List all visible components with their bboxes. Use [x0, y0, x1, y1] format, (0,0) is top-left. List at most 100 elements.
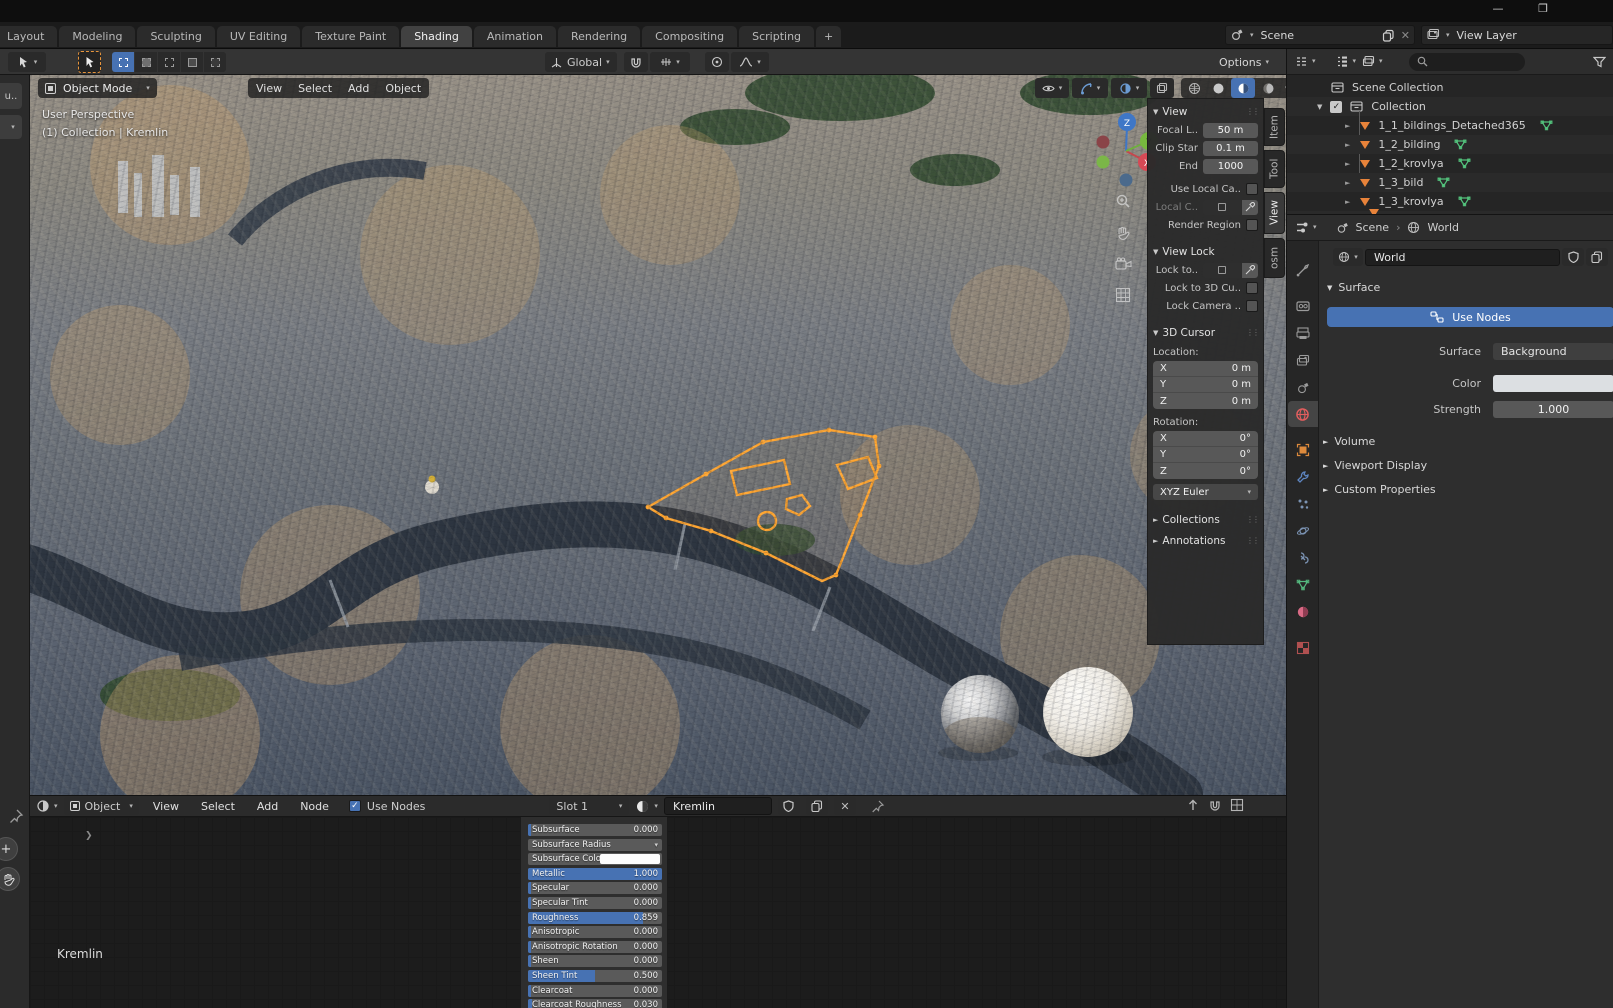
node-input-roughness[interactable]: Roughness 0.859 [528, 911, 662, 924]
panel-view-lock-header[interactable]: ▼ View Lock [1153, 243, 1258, 260]
minimize-button[interactable]: — [1483, 2, 1513, 20]
tab-modifiers[interactable] [1288, 464, 1318, 490]
surface-panel-header[interactable]: ▼ Surface [1327, 281, 1380, 294]
shading-solid-button[interactable] [1207, 78, 1229, 98]
breadcrumb-scene[interactable]: Scene [1356, 221, 1390, 234]
sidebar-tab-osm[interactable]: osm [1264, 238, 1285, 278]
sidebar-tab-tool[interactable]: Tool [1264, 150, 1285, 188]
outliner-row-object[interactable]: ► 1_3_krovlya [1287, 192, 1613, 211]
tab-particles[interactable] [1288, 491, 1318, 517]
collection-checkbox[interactable]: ✓ [1330, 100, 1343, 113]
proportional-falloff-dropdown[interactable]: ▾ [731, 52, 769, 72]
clip-start-field[interactable]: 0.1 m [1203, 140, 1258, 156]
snap-settings-dropdown[interactable]: ▾ [650, 52, 690, 72]
material-name-field[interactable]: Kremlin [663, 797, 772, 815]
shading-rendered-button[interactable] [1257, 78, 1279, 98]
shader-menu-select[interactable]: Select [193, 797, 243, 816]
cursor-rotation-z[interactable]: Z 0° [1153, 463, 1258, 479]
lock-3d-cursor-checkbox[interactable] [1246, 282, 1258, 294]
node-input-anisotropic-rotation[interactable]: Anisotropic Rotation 0.000 [528, 940, 662, 953]
expander-icon[interactable]: ► [1345, 160, 1350, 168]
orthographic-grid-icon[interactable] [1115, 287, 1131, 303]
shader-type-dropdown[interactable]: Object ▾ [63, 797, 139, 815]
xray-toggle[interactable] [1150, 78, 1174, 98]
focal-length-field[interactable]: 50 m [1203, 122, 1258, 138]
panel-annotations-header[interactable]: ► Annotations ⋮⋮ [1153, 532, 1260, 549]
expander-icon[interactable]: ► [1345, 122, 1350, 130]
fake-user-shield-icon[interactable] [777, 797, 800, 815]
strength-field[interactable]: 1.000 [1493, 401, 1613, 418]
outliner-row-collection[interactable]: ▼ ✓ Collection [1287, 97, 1613, 116]
rotation-mode-dropdown[interactable]: XYZ Euler ▾ [1153, 484, 1258, 500]
tab-object[interactable] [1288, 437, 1318, 463]
shading-material-preview-button[interactable] [1231, 78, 1255, 98]
cropped-panel-button[interactable]: u.. [0, 83, 22, 109]
clip-end-field[interactable]: 1000 [1203, 158, 1258, 174]
drag-dots-icon[interactable]: ⋮⋮ [1246, 536, 1260, 545]
tab-modeling[interactable]: Modeling [59, 26, 136, 47]
color-swatch[interactable] [600, 854, 660, 865]
maximize-button[interactable]: ❐ [1528, 2, 1558, 20]
tab-physics[interactable] [1288, 518, 1318, 544]
tab-uv-editing[interactable]: UV Editing [216, 26, 301, 47]
filter-image-dropdown[interactable]: ▾ [1362, 55, 1383, 68]
volume-panel-header[interactable]: ► Volume [1323, 435, 1375, 448]
shader-menu-add[interactable]: Add [249, 797, 286, 816]
drag-dots-icon[interactable]: ⋮⋮ [1246, 328, 1260, 337]
cropped-dropdown[interactable]: ▾ [0, 115, 22, 139]
world-browse-dropdown[interactable]: ▾ [1333, 248, 1363, 266]
tab-layout[interactable]: Layout [0, 26, 58, 47]
surface-type-dropdown[interactable]: Background [1493, 343, 1613, 360]
tab-material[interactable] [1288, 599, 1318, 625]
custom-properties-panel-header[interactable]: ► Custom Properties [1323, 483, 1436, 496]
unlink-scene-icon[interactable]: ✕ [1401, 29, 1410, 42]
node-snap-icon[interactable] [1208, 798, 1222, 812]
panel-collections-header[interactable]: ► Collections ⋮⋮ [1153, 511, 1260, 528]
visibility-dropdown[interactable]: ▾ [1035, 78, 1069, 98]
copy-material-icon[interactable] [805, 797, 828, 815]
eyedropper-icon[interactable] [1242, 199, 1258, 215]
scene-selector[interactable]: ▾ Scene ✕ [1225, 25, 1415, 45]
shader-menu-view[interactable]: View [145, 797, 187, 816]
panel-view-header[interactable]: ▼ View ⋮⋮ [1153, 103, 1260, 120]
select-intersect-button[interactable] [204, 52, 226, 72]
node-input-subsurface-radius[interactable]: Subsurface Radius ▾ [528, 838, 662, 851]
pin-icon[interactable] [8, 808, 24, 824]
tab-rendering[interactable]: Rendering [557, 26, 641, 47]
node-input-specular-tint[interactable]: Specular Tint 0.000 [528, 897, 662, 909]
region-expand-chevron[interactable]: ❯ [85, 831, 93, 841]
tab-scripting[interactable]: Scripting [739, 26, 815, 47]
expander-icon[interactable]: ► [1345, 179, 1350, 187]
select-extend-button[interactable] [135, 52, 157, 72]
sidebar-tab-view[interactable]: View [1264, 192, 1285, 234]
editor-type-dropdown[interactable]: ▾ [36, 799, 58, 813]
node-input-specular[interactable]: Specular 0.000 [528, 882, 662, 895]
overlay-grid-icon[interactable] [1230, 798, 1244, 812]
pin-icon[interactable] [870, 799, 885, 814]
tab-texture[interactable] [1288, 635, 1318, 661]
menu-select[interactable]: Select [290, 79, 340, 98]
options-dropdown[interactable]: Options ▾ [1213, 52, 1275, 72]
tab-tool[interactable] [1288, 257, 1318, 283]
tab-sculpting[interactable]: Sculpting [137, 26, 215, 47]
camera-view-icon[interactable] [1115, 257, 1132, 271]
tab-shading[interactable]: Shading [401, 26, 472, 47]
outliner-editor-type-dropdown[interactable]: ▾ [1295, 55, 1316, 68]
select-box-button[interactable] [112, 52, 134, 72]
material-slot-dropdown[interactable]: Slot 1 ▾ [549, 797, 630, 815]
filter-funnel-icon[interactable] [1593, 56, 1606, 68]
principled-bsdf-node[interactable]: Subsurface 0.000 Subsurface Radius ▾ Subsu… [520, 817, 668, 1008]
cursor-location-z[interactable]: Z 0 m [1153, 393, 1258, 409]
lock-camera-checkbox[interactable] [1246, 300, 1258, 312]
active-tool-select-button[interactable] [78, 51, 101, 73]
shader-menu-node[interactable]: Node [292, 797, 337, 816]
node-input-clearcoat[interactable]: Clearcoat 0.000 [528, 984, 662, 997]
breadcrumb-world[interactable]: World [1427, 221, 1459, 234]
color-swatch-field[interactable] [1493, 375, 1613, 392]
drag-dots-icon[interactable]: ⋮⋮ [1246, 107, 1260, 116]
zoom-icon[interactable] [1115, 193, 1131, 209]
drag-dots-icon[interactable]: ⋮⋮ [1246, 515, 1260, 524]
tab-constraints[interactable] [1288, 545, 1318, 571]
local-camera-field[interactable] [1203, 199, 1241, 215]
node-input-metallic[interactable]: Metallic 1.000 [528, 867, 662, 880]
